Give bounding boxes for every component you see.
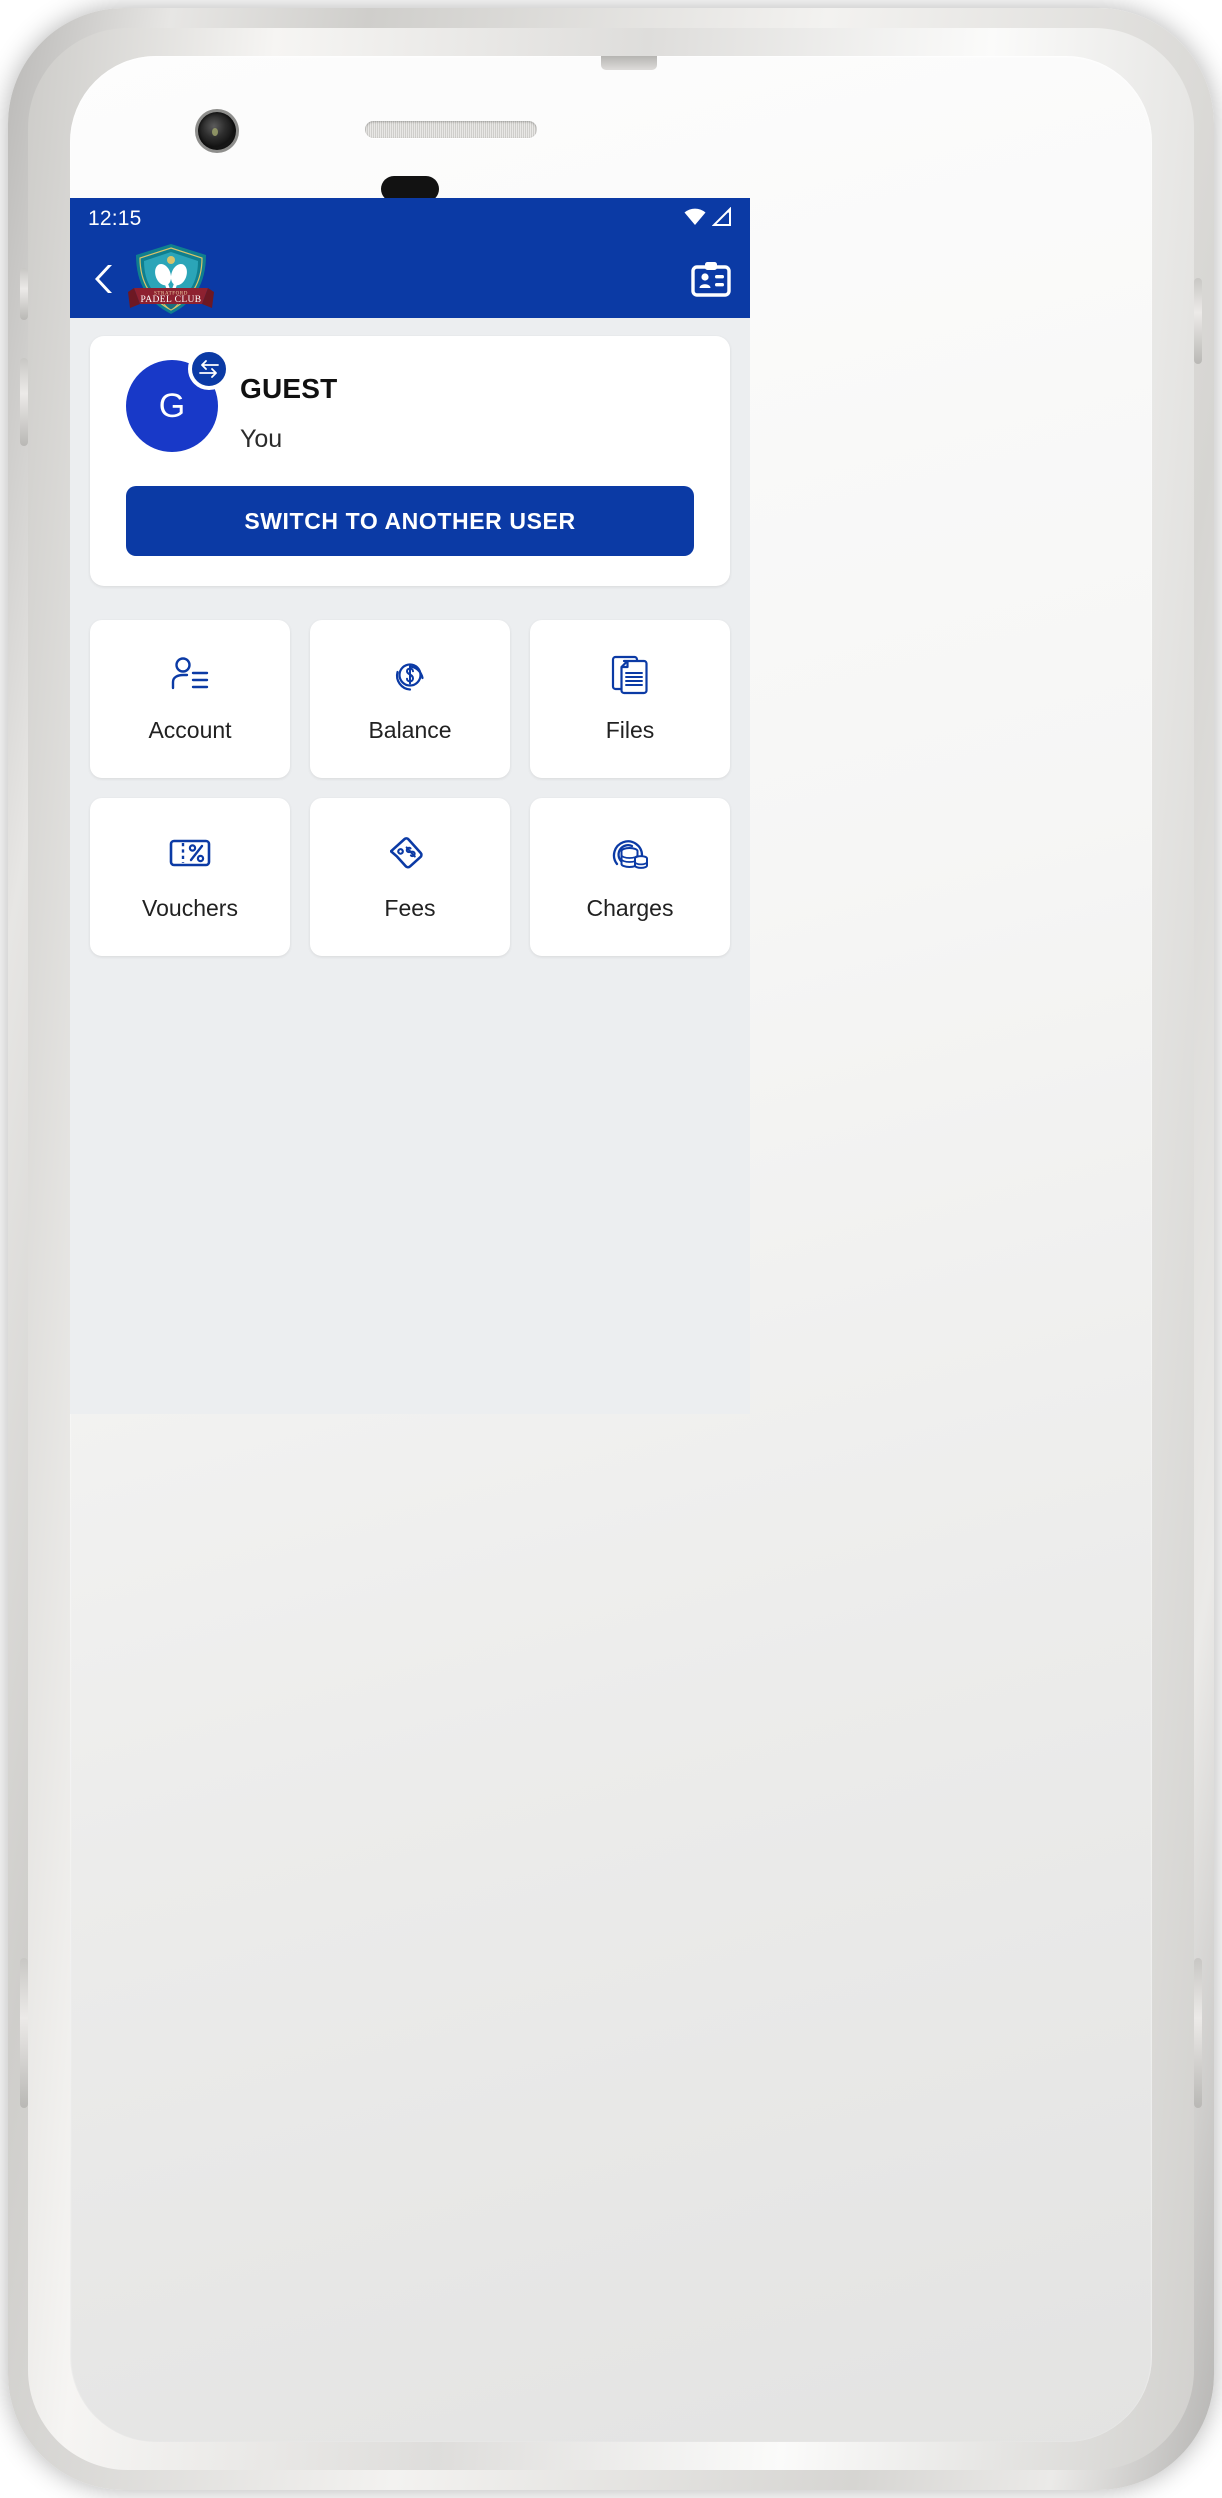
side-button-lower[interactable] [1194, 1958, 1202, 2108]
volume-up-button[interactable] [20, 358, 28, 446]
main-content: G GUEST You SWITCH TO ANOTHER USER Accou… [70, 318, 750, 1414]
phone-outer-frame: 12:15 STRATFORD PADEL CLUB G GUEST You S… [8, 8, 1214, 2490]
user-name: GUEST [240, 373, 338, 404]
tile-vouchers[interactable]: Vouchers [90, 798, 290, 956]
switch-user-button[interactable]: SWITCH TO ANOTHER USER [126, 486, 694, 556]
ticket-percent-icon [169, 833, 211, 873]
tile-files[interactable]: Files [530, 620, 730, 778]
price-tag-dollar-icon [390, 833, 430, 873]
tile-label: Vouchers [142, 894, 238, 921]
back-chevron-icon [95, 265, 112, 293]
svg-text:PADEL CLUB: PADEL CLUB [140, 295, 201, 305]
quick-actions-grid: Account Balance Files Vouchers Fees Char… [90, 620, 730, 956]
front-camera [198, 112, 236, 150]
phone-screen: 12:15 STRATFORD PADEL CLUB G GUEST You S… [70, 198, 750, 1414]
frame-antenna-notch [601, 56, 657, 70]
tile-label: Balance [368, 716, 452, 743]
user-texts: GUEST You [240, 360, 337, 452]
tile-charges[interactable]: Charges [530, 798, 730, 956]
back-button[interactable] [88, 257, 122, 301]
user-card: G GUEST You SWITCH TO ANOTHER USER [90, 336, 730, 586]
app-bar: STRATFORD PADEL CLUB [70, 240, 750, 318]
phone-mid-frame: 12:15 STRATFORD PADEL CLUB G GUEST You S… [20, 28, 1202, 2470]
tile-label: Files [605, 716, 655, 743]
avatar-wrap: G [126, 348, 230, 452]
volume-down-button[interactable] [1194, 278, 1202, 364]
status-icon-group [683, 206, 734, 232]
tile-label: Account [148, 716, 232, 743]
user-subtitle: You [240, 424, 283, 453]
side-button-lower-left[interactable] [20, 1958, 28, 2108]
id-card-button[interactable] [690, 258, 732, 300]
tile-account[interactable]: Account [90, 620, 290, 778]
id-card-icon [691, 262, 731, 297]
status-bar: 12:15 [70, 198, 750, 240]
tile-label: Charges [586, 894, 674, 921]
signal-icon [711, 206, 734, 232]
tile-balance[interactable]: Balance [310, 620, 510, 778]
status-time: 12:15 [88, 207, 142, 230]
swap-arrows-icon [199, 360, 219, 378]
user-row: G GUEST You [126, 348, 694, 452]
club-shield-logo: STRATFORD PADEL CLUB [128, 242, 214, 316]
screenshot-stage: 12:15 STRATFORD PADEL CLUB G GUEST You S… [0, 0, 1222, 2498]
wifi-icon [683, 208, 707, 231]
tile-fees[interactable]: Fees [310, 798, 510, 956]
coins-stack-icon [609, 833, 651, 873]
earpiece-speaker [365, 121, 537, 138]
swap-user-badge-button[interactable] [188, 348, 230, 390]
dollar-circle-icon [390, 655, 430, 695]
tile-label: Fees [384, 894, 436, 921]
phone-body: 12:15 STRATFORD PADEL CLUB G GUEST You S… [70, 56, 1152, 2442]
documents-icon [611, 655, 649, 695]
account-person-icon [170, 655, 210, 695]
power-button[interactable] [20, 268, 28, 320]
